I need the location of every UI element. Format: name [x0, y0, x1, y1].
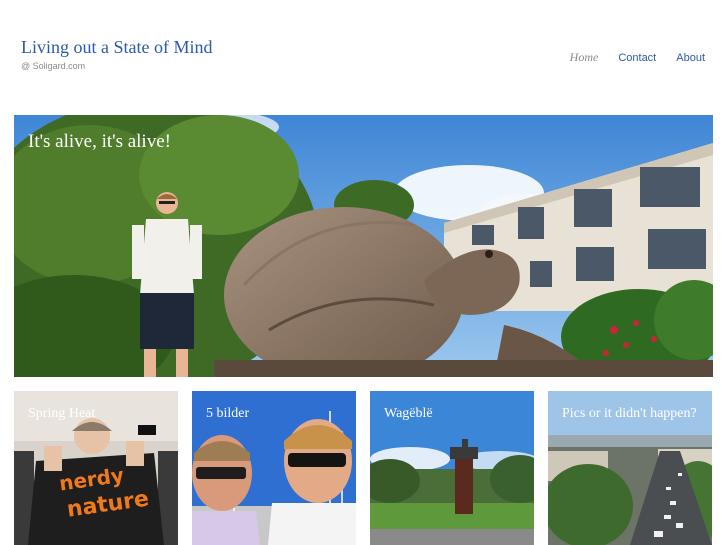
- post-tile-title[interactable]: Wagëblë: [384, 404, 524, 423]
- nav-about-link[interactable]: About: [676, 52, 705, 64]
- main-nav: Home Contact About: [570, 50, 705, 65]
- nav-home-link[interactable]: Home: [570, 50, 599, 65]
- site-tagline: @ Soligard.com: [21, 61, 86, 71]
- post-tile-pics-or-it-didnt-happen[interactable]: Pics or it didn't happen?: [548, 391, 712, 545]
- post-tile-title[interactable]: 5 bilder: [206, 404, 346, 423]
- site-title[interactable]: Living out a State of Mind: [21, 37, 212, 58]
- post-tile-title[interactable]: Spring Heat: [28, 404, 168, 423]
- post-tile-spring-heat[interactable]: nerdy nature Spring Heat: [14, 391, 178, 545]
- post-tile-wageble[interactable]: Wagëblë: [370, 391, 534, 545]
- post-tile-5-bilder[interactable]: 5 bilder: [192, 391, 356, 545]
- post-tile-title[interactable]: Pics or it didn't happen?: [562, 404, 702, 423]
- tortoise-statue-photo: [14, 115, 713, 377]
- nav-contact-link[interactable]: Contact: [618, 52, 656, 64]
- featured-post-title[interactable]: It's alive, it's alive!: [28, 131, 171, 153]
- featured-post-image[interactable]: It's alive, it's alive!: [14, 115, 713, 377]
